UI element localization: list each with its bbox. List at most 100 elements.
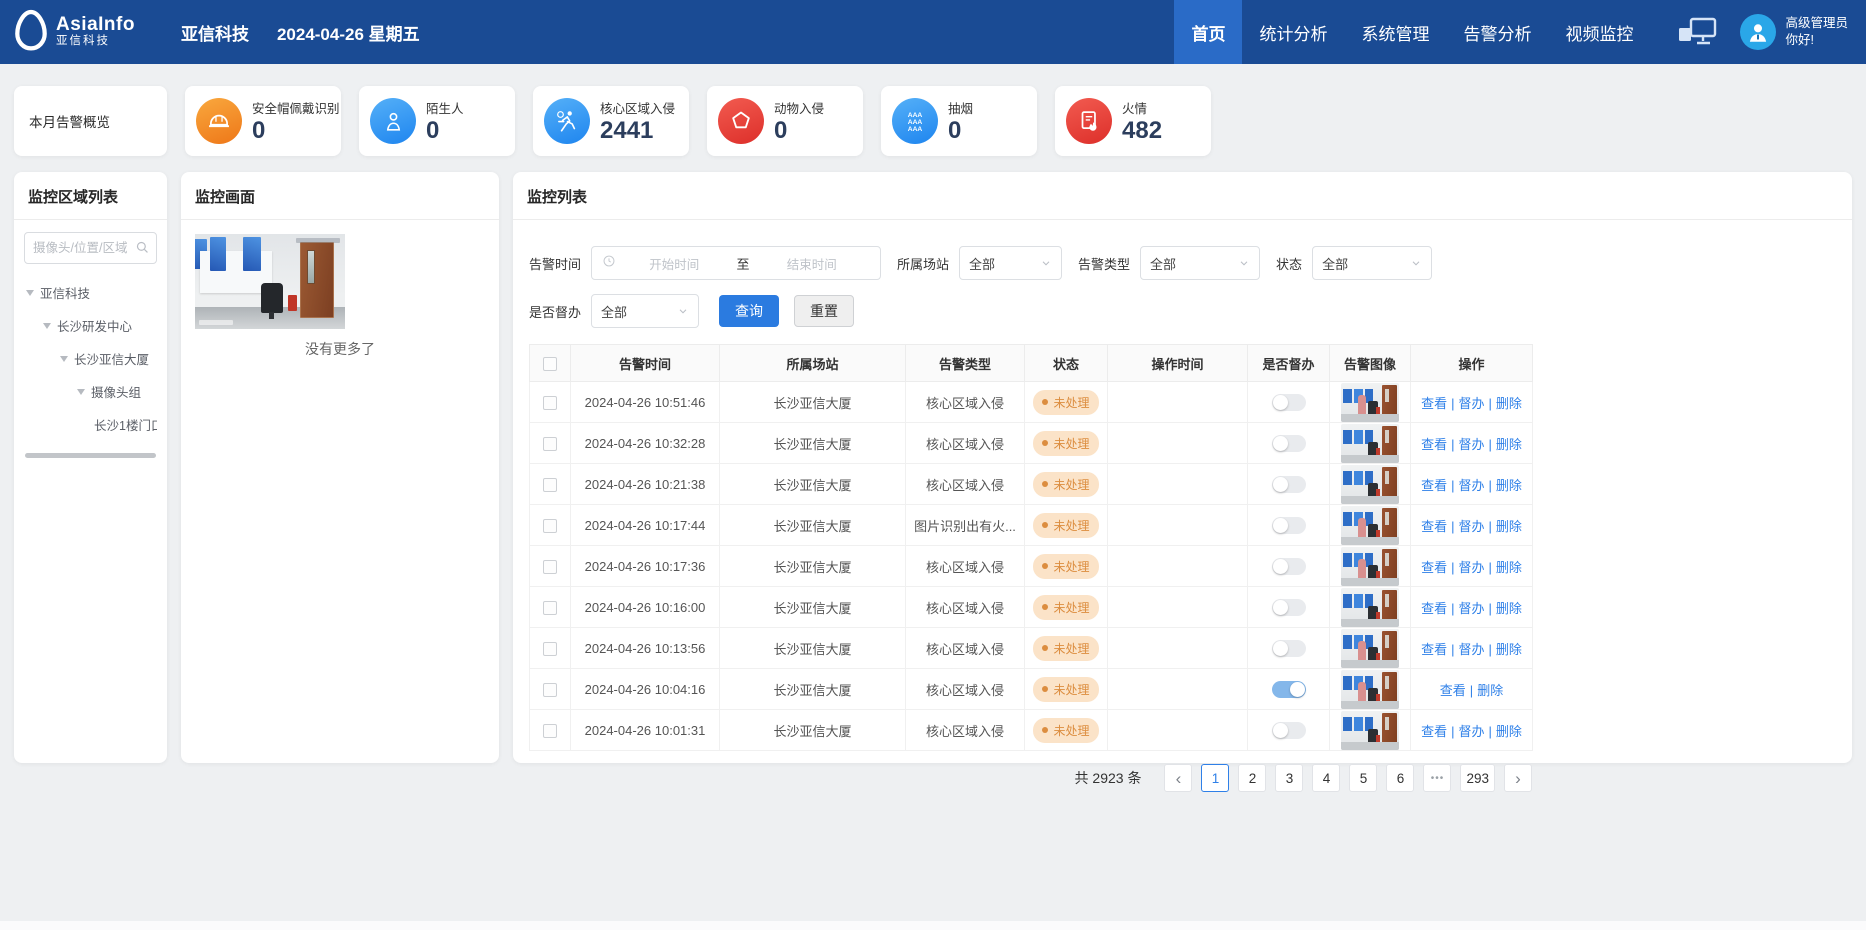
user-info[interactable]: 高级管理员 你好! bbox=[1785, 15, 1848, 49]
action-delete[interactable]: 删除 bbox=[1477, 683, 1503, 698]
prev-page-button[interactable]: ‹ bbox=[1164, 764, 1192, 792]
supervise-toggle[interactable] bbox=[1272, 517, 1306, 534]
action-delete[interactable]: 删除 bbox=[1496, 642, 1522, 657]
action-view[interactable]: 查看 bbox=[1421, 724, 1447, 739]
caret-down-icon[interactable] bbox=[43, 323, 51, 329]
action-view[interactable]: 查看 bbox=[1421, 560, 1447, 575]
row-checkbox[interactable] bbox=[543, 396, 557, 410]
action-supervise[interactable]: 督办 bbox=[1458, 724, 1484, 739]
row-checkbox[interactable] bbox=[543, 642, 557, 656]
alarm-image-thumbnail[interactable] bbox=[1341, 465, 1399, 504]
action-supervise[interactable]: 督办 bbox=[1458, 642, 1484, 657]
supervise-toggle[interactable] bbox=[1272, 722, 1306, 739]
supervise-toggle[interactable] bbox=[1272, 558, 1306, 575]
action-view[interactable]: 查看 bbox=[1421, 396, 1447, 411]
action-delete[interactable]: 删除 bbox=[1496, 724, 1522, 739]
page-button-2[interactable]: 2 bbox=[1238, 764, 1266, 792]
supervise-toggle[interactable] bbox=[1272, 599, 1306, 616]
end-time-placeholder[interactable]: 结束时间 bbox=[754, 254, 871, 273]
tree-label: 摄像头组 bbox=[91, 382, 141, 401]
action-view[interactable]: 查看 bbox=[1421, 642, 1447, 657]
action-supervise[interactable]: 督办 bbox=[1458, 478, 1484, 493]
nav-item-2[interactable]: 系统管理 bbox=[1344, 0, 1446, 64]
reset-button[interactable]: 重置 bbox=[794, 295, 854, 327]
caret-down-icon[interactable] bbox=[26, 290, 34, 296]
nav-item-1[interactable]: 统计分析 bbox=[1242, 0, 1344, 64]
action-view[interactable]: 查看 bbox=[1440, 683, 1466, 698]
status-select[interactable]: 全部 bbox=[1312, 246, 1432, 280]
action-view[interactable]: 查看 bbox=[1421, 437, 1447, 452]
tree-node[interactable]: 长沙研发中心 bbox=[24, 309, 157, 342]
action-delete[interactable]: 删除 bbox=[1496, 396, 1522, 411]
type-select[interactable]: 全部 bbox=[1140, 246, 1260, 280]
start-time-placeholder[interactable]: 开始时间 bbox=[616, 254, 733, 273]
page-button-4[interactable]: 4 bbox=[1312, 764, 1340, 792]
page-button-6[interactable]: 6 bbox=[1386, 764, 1414, 792]
page-button-1[interactable]: 1 bbox=[1201, 764, 1229, 792]
query-button[interactable]: 查询 bbox=[719, 295, 779, 327]
caret-down-icon[interactable] bbox=[77, 389, 85, 395]
row-checkbox[interactable] bbox=[543, 560, 557, 574]
alarm-image-thumbnail[interactable] bbox=[1341, 670, 1399, 709]
nav-item-0[interactable]: 首页 bbox=[1174, 0, 1242, 64]
alarm-image-thumbnail[interactable] bbox=[1341, 629, 1399, 668]
action-view[interactable]: 查看 bbox=[1421, 519, 1447, 534]
row-checkbox[interactable] bbox=[543, 601, 557, 615]
tree-label: 长沙亚信大厦 bbox=[74, 349, 149, 368]
page-button-293[interactable]: 293 bbox=[1460, 764, 1495, 792]
select-all-checkbox[interactable] bbox=[543, 357, 557, 371]
row-checkbox[interactable] bbox=[543, 478, 557, 492]
screens-icon[interactable] bbox=[1676, 17, 1718, 47]
row-checkbox[interactable] bbox=[543, 724, 557, 738]
action-delete[interactable]: 删除 bbox=[1496, 437, 1522, 452]
supervise-select[interactable]: 全部 bbox=[591, 294, 699, 328]
action-view[interactable]: 查看 bbox=[1421, 478, 1447, 493]
camera-frame[interactable] bbox=[195, 234, 345, 329]
action-delete[interactable]: 删除 bbox=[1496, 478, 1522, 493]
tree-node[interactable]: 亚信科技 bbox=[24, 276, 157, 309]
alarm-image-thumbnail[interactable] bbox=[1341, 588, 1399, 627]
action-delete[interactable]: 删除 bbox=[1496, 519, 1522, 534]
supervise-toggle[interactable] bbox=[1272, 681, 1306, 698]
nav-item-3[interactable]: 告警分析 bbox=[1446, 0, 1548, 64]
monitor-frame-panel: 监控画面 没有更多了 bbox=[181, 172, 499, 763]
action-delete[interactable]: 删除 bbox=[1496, 560, 1522, 575]
nav-item-4[interactable]: 视频监控 bbox=[1548, 0, 1650, 64]
alarm-image-thumbnail[interactable] bbox=[1341, 383, 1399, 422]
alarm-image-thumbnail[interactable] bbox=[1341, 547, 1399, 586]
date-range-picker[interactable]: 开始时间 至 结束时间 bbox=[591, 246, 881, 280]
tree-node[interactable]: 摄像头组 bbox=[24, 375, 157, 408]
supervise-toggle[interactable] bbox=[1272, 435, 1306, 452]
action-supervise[interactable]: 督办 bbox=[1458, 396, 1484, 411]
col-header: 告警时间 bbox=[571, 345, 720, 382]
row-checkbox[interactable] bbox=[543, 683, 557, 697]
stat-label: 核心区域入侵 bbox=[600, 98, 675, 117]
alarm-image-thumbnail[interactable] bbox=[1341, 424, 1399, 463]
action-supervise[interactable]: 督办 bbox=[1458, 437, 1484, 452]
more-pages-button[interactable]: ••• bbox=[1423, 764, 1451, 792]
station-select[interactable]: 全部 bbox=[959, 246, 1062, 280]
horizontal-scrollbar[interactable] bbox=[25, 453, 156, 458]
action-delete[interactable]: 删除 bbox=[1496, 601, 1522, 616]
next-page-button[interactable]: › bbox=[1504, 764, 1532, 792]
tree-node[interactable]: 长沙亚信大厦 bbox=[24, 342, 157, 375]
row-checkbox[interactable] bbox=[543, 519, 557, 533]
user-avatar[interactable] bbox=[1740, 14, 1776, 50]
action-supervise[interactable]: 督办 bbox=[1458, 560, 1484, 575]
action-supervise[interactable]: 督办 bbox=[1458, 601, 1484, 616]
tree-node[interactable]: 长沙1楼门口 bbox=[24, 408, 157, 441]
supervise-toggle[interactable] bbox=[1272, 476, 1306, 493]
action-view[interactable]: 查看 bbox=[1421, 601, 1447, 616]
table-row: 2024-04-26 10:01:31长沙亚信大厦核心区域入侵未处理查看|督办|… bbox=[530, 710, 1533, 751]
action-supervise[interactable]: 督办 bbox=[1458, 519, 1484, 534]
supervise-toggle[interactable] bbox=[1272, 640, 1306, 657]
row-checkbox[interactable] bbox=[543, 437, 557, 451]
caret-down-icon[interactable] bbox=[60, 356, 68, 362]
supervise-toggle[interactable] bbox=[1272, 394, 1306, 411]
page-button-5[interactable]: 5 bbox=[1349, 764, 1377, 792]
alarm-image-thumbnail[interactable] bbox=[1341, 711, 1399, 750]
search-icon[interactable] bbox=[135, 240, 150, 260]
alarm-image-thumbnail[interactable] bbox=[1341, 506, 1399, 545]
brand-en: AsiaInfo bbox=[56, 15, 135, 35]
page-button-3[interactable]: 3 bbox=[1275, 764, 1303, 792]
